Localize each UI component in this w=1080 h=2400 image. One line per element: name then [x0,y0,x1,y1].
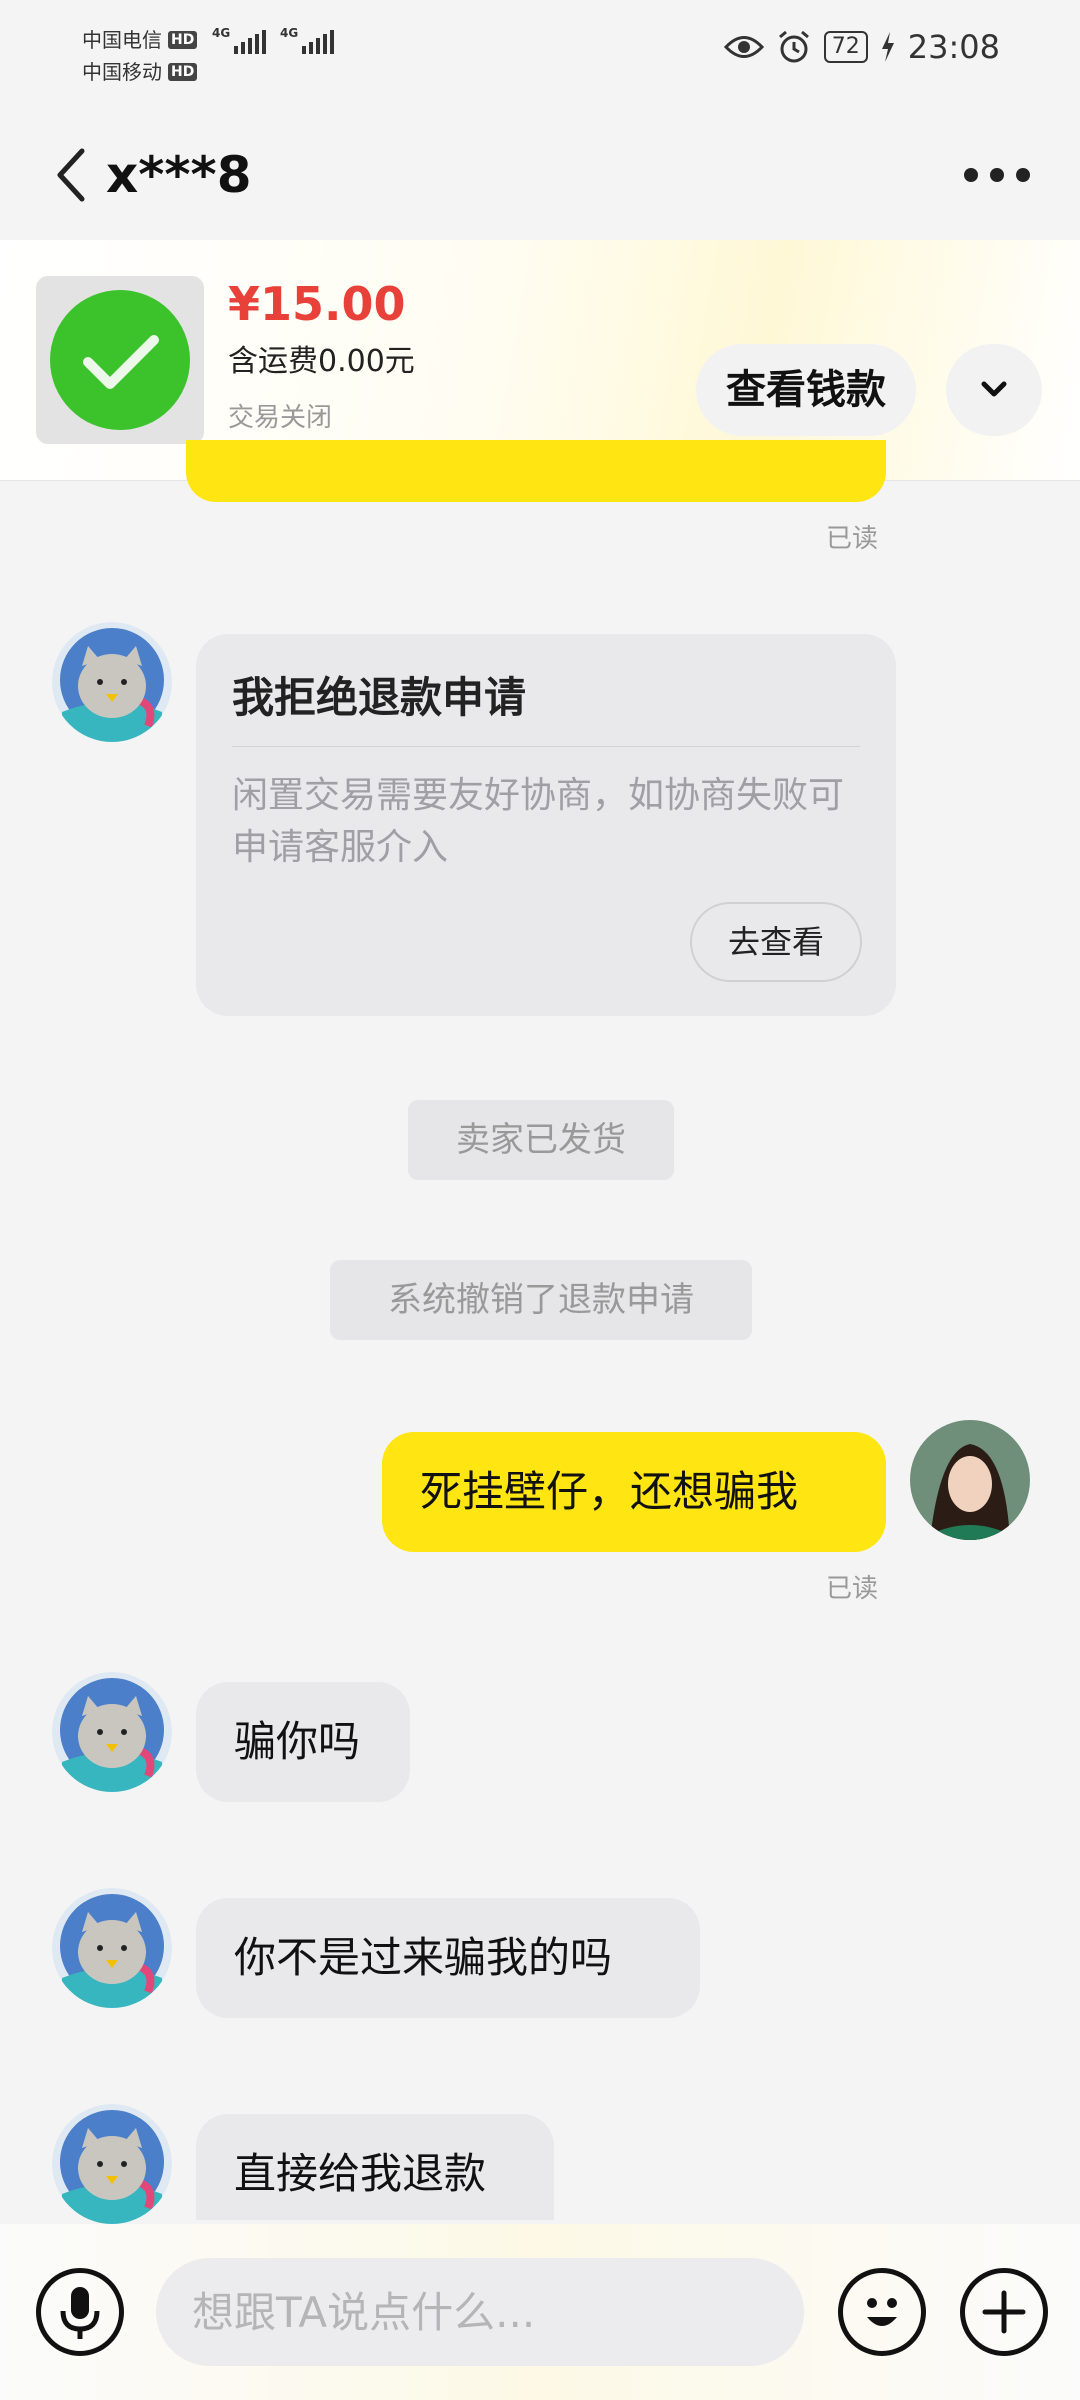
more-icon[interactable] [964,160,1030,190]
carrier-info: 中国电信 HD 中国移动 HD [82,24,198,88]
emoji-button[interactable] [838,2268,926,2356]
read-receipt: 已读 [826,1574,879,1604]
card-title: 我拒绝退款申请 [232,673,527,722]
check-icon [50,290,190,430]
product-thumbnail[interactable] [36,276,204,444]
hd-badge-2: HD [168,63,198,81]
card-description: 闲置交易需要友好协商，如协商失败可申请客服介入 [232,775,845,868]
avatar[interactable] [52,2104,172,2224]
charging-icon [881,32,894,62]
avatar[interactable] [52,622,172,742]
add-button[interactable] [960,2268,1048,2356]
chat-partner-name: x***8 [106,146,252,204]
my-avatar[interactable] [910,1420,1030,1540]
message-input[interactable] [156,2258,804,2366]
voice-icon [60,2287,100,2339]
add-icon [982,2290,1026,2334]
view-money-button[interactable]: 查看钱款 [696,344,916,436]
avatar[interactable] [52,1888,172,2008]
card-divider [232,746,860,747]
message-bubble[interactable]: 直接给我退款 [196,2114,554,2220]
avatar[interactable] [52,1672,172,1792]
eye-icon [723,36,764,58]
message-bubble[interactable]: 骗你吗 [196,1682,410,1802]
chevron-down-icon [981,381,1007,397]
shipping-fee: 含运费0.00元 [228,344,415,379]
my-message-bubble[interactable]: 死挂壁仔，还想骗我 [382,1432,886,1552]
message-bubble-partial [186,440,886,502]
emoji-icon [867,2298,897,2326]
carrier-1: 中国电信 [82,28,162,52]
signal-icon-1: 4G [212,26,266,54]
voice-button[interactable] [36,2268,124,2356]
order-price: ¥15.00 [228,277,406,331]
hd-badge-1: HD [168,31,198,49]
message-bubble[interactable]: 你不是过来骗我的吗 [196,1898,700,2018]
clock: 23:08 [907,28,1000,66]
alarm-icon [778,30,809,63]
battery-level: 72 [823,31,868,63]
refund-rejection-card: 我拒绝退款申请 闲置交易需要友好协商，如协商失败可申请客服介入 去查看 [196,634,896,1016]
view-details-button[interactable]: 去查看 [690,902,862,982]
read-receipt: 已读 [826,524,879,554]
input-bar [0,2224,1080,2400]
status-right: 72 23:08 [723,28,1000,66]
expand-button[interactable] [946,344,1042,436]
nav-bar: x***8 [0,110,1080,240]
signal-icon-2: 4G [280,26,334,54]
system-message: 卖家已发货 [408,1100,674,1180]
system-message: 系统撤销了退款申请 [330,1260,752,1340]
status-bar: 中国电信 HD 中国移动 HD 4G 4G 72 23:08 [0,0,1080,110]
carrier-2: 中国移动 [82,60,162,84]
back-icon[interactable] [52,145,92,205]
signal-icons: 4G 4G [212,26,334,54]
trade-status: 交易关闭 [228,403,333,433]
